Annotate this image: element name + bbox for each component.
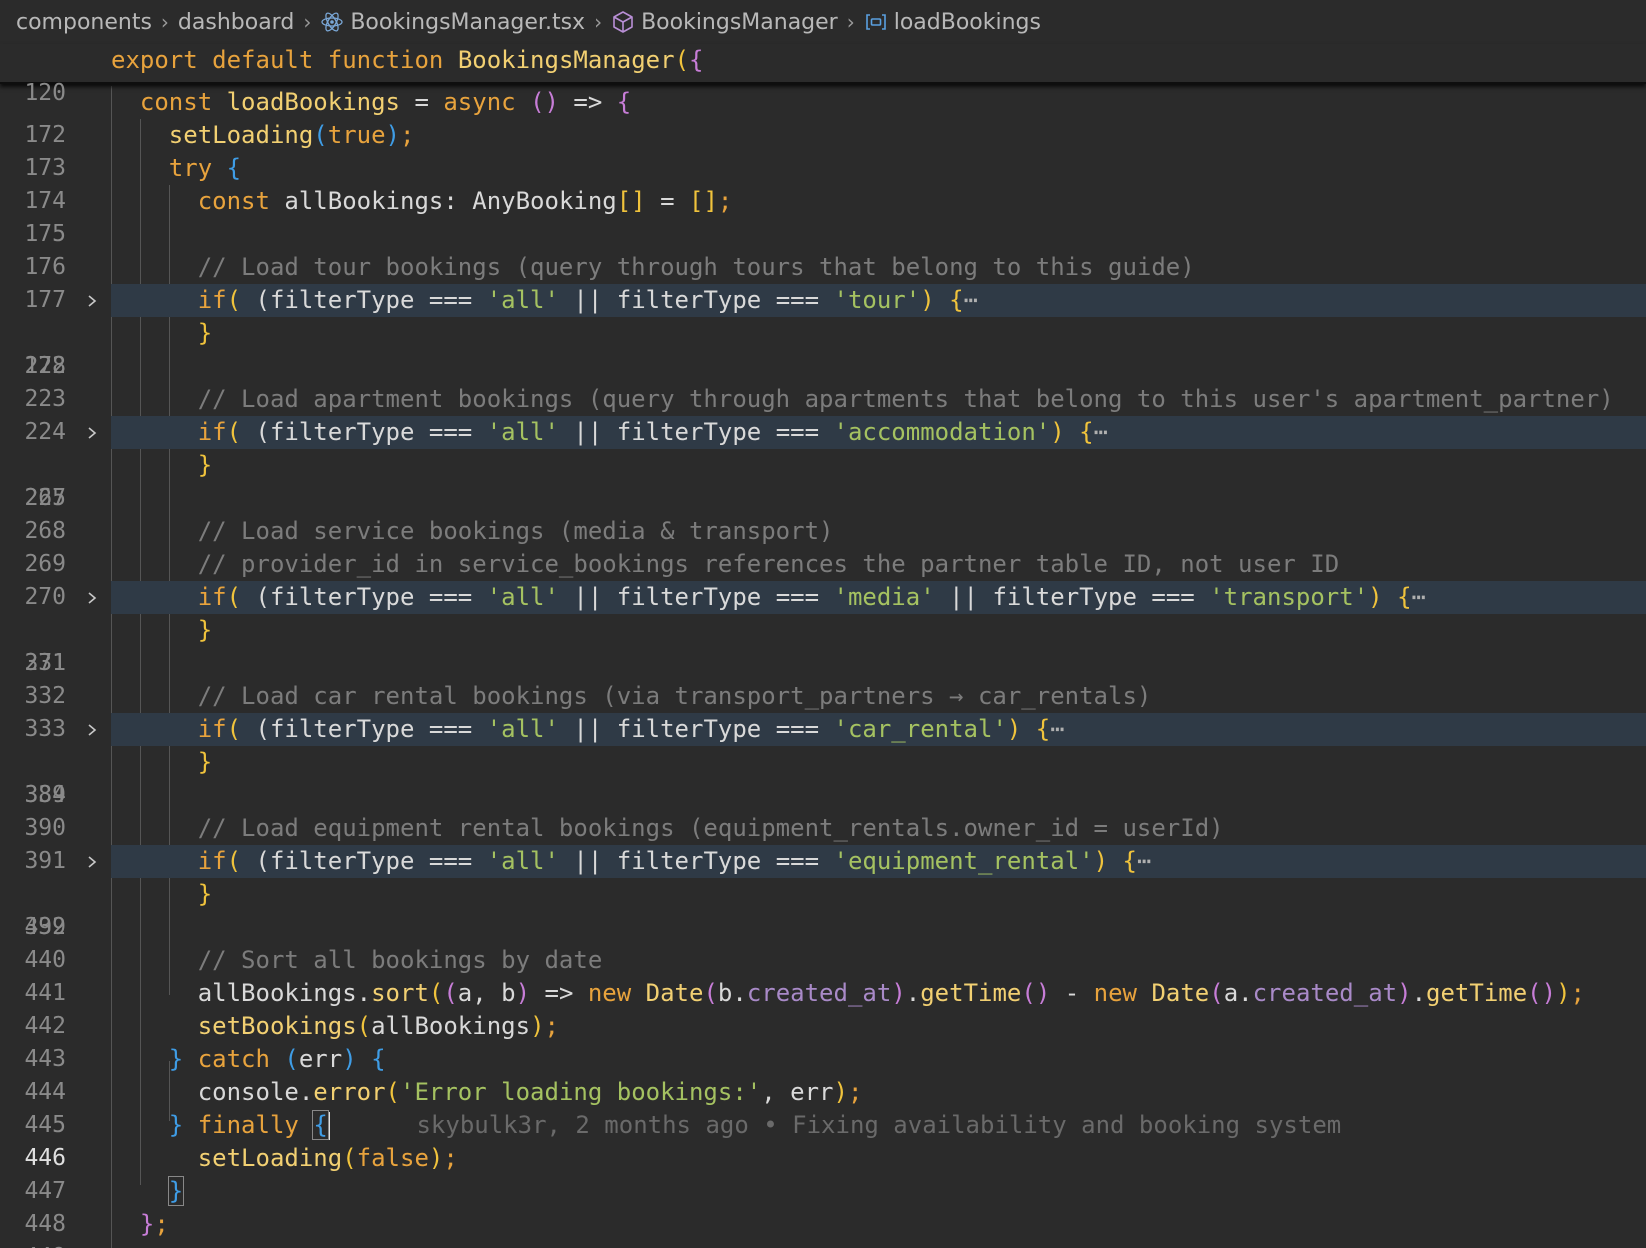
code-text: if( (filterType === 'all' || filterType …	[197, 715, 1065, 743]
code-line[interactable]: 269 // Load service bookings (media & tr…	[0, 515, 1646, 577]
code-text: console.error('Error loading bookings:',…	[197, 1078, 863, 1106]
code-line[interactable]: 222 }	[0, 317, 1646, 379]
code-line[interactable]: 333 // Load car rental bookings (via tra…	[0, 680, 1646, 742]
code-line[interactable]: 120 export default function BookingsMana…	[0, 44, 1646, 106]
code-line[interactable]: 445 console.error('Error loading booking…	[0, 1076, 1646, 1138]
code-line[interactable]: 174 try {	[0, 152, 1646, 214]
fold-ellipsis[interactable]: ⋯	[964, 286, 978, 314]
code-text: allBookings.sort((a, b) => new Date(b.cr…	[197, 979, 1585, 1007]
code-text: if( (filterType === 'all' || filterType …	[197, 286, 979, 314]
fold-ellipsis[interactable]: ⋯	[1050, 715, 1064, 743]
code-line[interactable]: 331 }	[0, 614, 1646, 676]
variable-icon	[864, 10, 888, 34]
code-line[interactable]: 223	[0, 350, 1646, 412]
code-line[interactable]: 268	[0, 482, 1646, 544]
code-text: // Sort all bookings by date	[197, 946, 603, 974]
code-text: export default function BookingsManager(…	[111, 46, 704, 74]
code-line[interactable]: 176	[0, 218, 1646, 280]
chevron-right-icon[interactable]	[84, 416, 100, 449]
breadcrumb-item-symbol[interactable]: loadBookings	[864, 10, 1041, 35]
code-line[interactable]: 448 }	[0, 1175, 1646, 1237]
code-text: if( (filterType === 'all' || filterType …	[197, 847, 1152, 875]
code-text: setLoading(true);	[168, 121, 415, 149]
code-text: }	[197, 748, 213, 776]
code-line[interactable]: 390	[0, 779, 1646, 841]
code-line[interactable]: 175 const allBookings: AnyBooking[] = []…	[0, 185, 1646, 247]
code-line[interactable]: 441 // Sort all bookings by date	[0, 944, 1646, 1006]
folded-code-line[interactable]: 225 if( (filterType === 'all' || filterT…	[0, 416, 1646, 511]
breadcrumb-item-dashboard[interactable]: dashboard	[178, 10, 294, 35]
breadcrumb: components › dashboard › BookingsManager…	[0, 0, 1646, 44]
code-line[interactable]: 442 allBookings.sort((a, b) => new Date(…	[0, 977, 1646, 1039]
chevron-right-icon: ›	[594, 10, 603, 34]
chevron-right-icon: ›	[303, 10, 312, 34]
react-icon	[320, 10, 344, 34]
code-text: };	[139, 1210, 169, 1238]
code-line-active[interactable]: 446 } finally { skybulk3r, 2 months ago …	[0, 1109, 1646, 1171]
folded-code-line[interactable]: 392 if( (filterType === 'all' || filterT…	[0, 845, 1646, 940]
line-number: 120	[24, 80, 66, 106]
code-text: }	[197, 319, 213, 347]
code-text: }	[197, 451, 213, 479]
code-text: // provider_id in service_bookings refer…	[197, 550, 1340, 578]
code-line[interactable]: 224 // Load apartment bookings (query th…	[0, 383, 1646, 445]
code-text: }	[197, 616, 213, 644]
matched-bracket: }	[167, 1176, 185, 1206]
code-line[interactable]: 267 }	[0, 449, 1646, 511]
sticky-scroll-header[interactable]: 120 export default function BookingsMana…	[0, 44, 1646, 106]
code-text: // Load service bookings (media & transp…	[197, 517, 834, 545]
code-line[interactable]: 173 setLoading(true);	[0, 119, 1646, 181]
folded-code-line[interactable]: 178 if( (filterType === 'all' || filterT…	[0, 284, 1646, 379]
chevron-right-icon[interactable]	[84, 713, 100, 746]
code-line[interactable]: 449 };	[0, 1208, 1646, 1248]
code-text: const loadBookings = async () => {	[139, 88, 632, 116]
fold-ellipsis[interactable]: ⋯	[1094, 418, 1108, 446]
code-line[interactable]: 172 const loadBookings = async () => {	[0, 86, 1646, 148]
code-line[interactable]: 177 // Load tour bookings (query through…	[0, 251, 1646, 313]
code-line[interactable]: 391 // Load equipment rental bookings (e…	[0, 812, 1646, 874]
code-line[interactable]: 440	[0, 911, 1646, 973]
breadcrumb-item-components[interactable]: components	[16, 10, 152, 35]
code-text: } catch (err) {	[168, 1045, 386, 1073]
code-text: setLoading(false);	[197, 1144, 458, 1172]
code-line[interactable]: 389 }	[0, 746, 1646, 808]
breadcrumb-item-component[interactable]: BookingsManager	[611, 10, 838, 35]
code-text: if( (filterType === 'all' || filterType …	[197, 583, 1426, 611]
code-text: // Load tour bookings (query through tou…	[197, 253, 1195, 281]
code-text: const allBookings: AnyBooking[] = [];	[197, 187, 733, 215]
code-text: }	[111, 1175, 185, 1208]
fold-ellipsis[interactable]: ⋯	[1137, 847, 1151, 875]
code-line[interactable]: 439 }	[0, 878, 1646, 940]
code-line[interactable]: 443 setBookings(allBookings);	[0, 1010, 1646, 1072]
code-editor[interactable]: 172 const loadBookings = async () => { 1…	[0, 86, 1646, 1248]
code-text: setBookings(allBookings);	[197, 1012, 559, 1040]
chevron-right-icon[interactable]	[84, 581, 100, 614]
code-text: // Load car rental bookings (via transpo…	[197, 682, 1152, 710]
breadcrumb-item-file[interactable]: BookingsManager.tsx	[320, 10, 585, 35]
code-text: }	[197, 880, 213, 908]
code-text: try {	[168, 154, 242, 182]
fold-ellipsis[interactable]: ⋯	[1412, 583, 1426, 611]
code-line[interactable]: 270 // provider_id in service_bookings r…	[0, 548, 1646, 610]
chevron-right-icon: ›	[160, 10, 169, 34]
matched-bracket: {	[312, 1110, 329, 1140]
code-line[interactable]: 447 setLoading(false);	[0, 1142, 1646, 1204]
code-line[interactable]: 332	[0, 647, 1646, 709]
code-text: } finally { skybulk3r, 2 months ago • Fi…	[168, 1110, 1342, 1140]
code-text: if( (filterType === 'all' || filterType …	[197, 418, 1109, 446]
folded-code-line[interactable]: 271 if( (filterType === 'all' || filterT…	[0, 581, 1646, 676]
git-blame-annotation[interactable]: skybulk3r, 2 months ago • Fixing availab…	[416, 1111, 1341, 1139]
cube-icon	[611, 10, 635, 34]
code-line[interactable]: 450	[0, 1241, 1646, 1248]
code-line[interactable]: 444 } catch (err) {	[0, 1043, 1646, 1105]
code-text: // Load equipment rental bookings (equip…	[197, 814, 1224, 842]
chevron-right-icon: ›	[846, 10, 855, 34]
folded-code-line[interactable]: 334 if( (filterType === 'all' || filterT…	[0, 713, 1646, 808]
code-text: // Load apartment bookings (query throug…	[197, 385, 1614, 413]
chevron-right-icon[interactable]	[84, 845, 100, 878]
text-cursor	[327, 1112, 330, 1140]
chevron-right-icon[interactable]	[84, 284, 100, 317]
